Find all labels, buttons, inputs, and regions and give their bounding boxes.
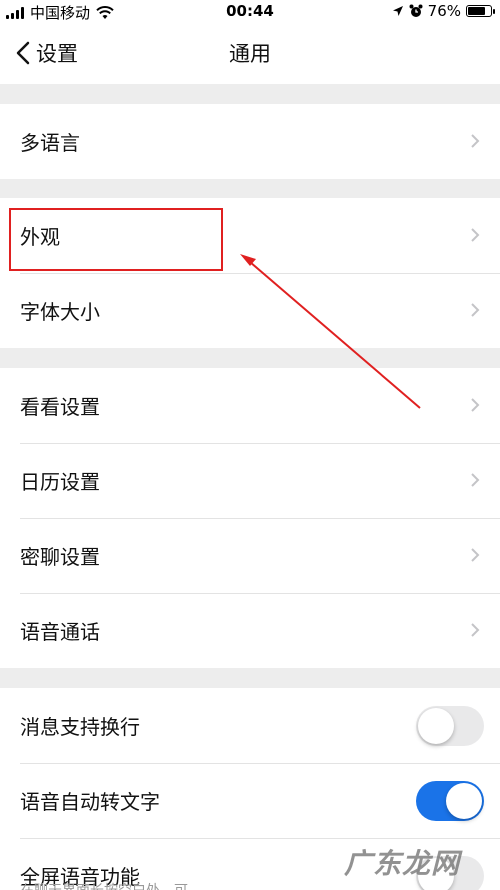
row-label: 消息支持换行 [20, 715, 140, 739]
alarm-icon [409, 4, 423, 17]
battery-fill [468, 7, 485, 15]
row-multi-language[interactable]: 多语言 [0, 104, 500, 179]
toggle-knob [418, 708, 454, 744]
nav-bar: 设置 通用 [0, 24, 500, 84]
row-voice-call[interactable]: 语音通话 [0, 593, 500, 668]
chevron-right-icon [471, 134, 480, 148]
row-label: 外观 [20, 225, 60, 249]
battery-icon [466, 5, 495, 17]
row-message-line-break: 消息支持换行 [0, 688, 500, 763]
back-label: 设置 [36, 42, 78, 66]
chevron-right-icon [471, 228, 480, 242]
battery-percent: 76% [427, 2, 461, 20]
settings-group-display: 外观 字体大小 [0, 198, 500, 348]
row-voice-to-text: 语音自动转文字 [0, 763, 500, 838]
row-label: 日历设置 [20, 470, 100, 494]
row-appearance[interactable]: 外观 [0, 198, 500, 273]
status-right: 76% [392, 2, 495, 20]
chevron-right-icon [471, 548, 480, 562]
back-chevron-icon [16, 41, 30, 65]
toggle-voice-to-text[interactable] [416, 781, 484, 821]
row-label: 字体大小 [20, 300, 100, 324]
back-button[interactable]: 设置 [16, 38, 78, 68]
toggle-knob [446, 783, 482, 819]
row-label: 语音通话 [20, 620, 100, 644]
status-bar: 中国移动 00:44 76% [0, 0, 500, 24]
chevron-right-icon [471, 303, 480, 317]
location-icon [392, 6, 403, 16]
chevron-right-icon [471, 473, 480, 487]
row-label: 看看设置 [20, 395, 100, 419]
row-font-size[interactable]: 字体大小 [0, 273, 500, 348]
row-kankan-settings[interactable]: 看看设置 [0, 368, 500, 443]
settings-group-features: 看看设置 日历设置 密聊设置 语音通话 [0, 368, 500, 668]
chevron-right-icon [471, 398, 480, 412]
row-label: 多语言 [20, 131, 80, 155]
row-label: 语音自动转文字 [20, 790, 160, 814]
chevron-right-icon [471, 623, 480, 637]
toggle-message-line-break[interactable] [416, 706, 484, 746]
partial-description: 在聊天界面长按空白处，可 [20, 880, 188, 890]
row-label: 密聊设置 [20, 545, 100, 569]
settings-group-language: 多语言 [0, 104, 500, 179]
row-secret-chat-settings[interactable]: 密聊设置 [0, 518, 500, 593]
row-calendar-settings[interactable]: 日历设置 [0, 443, 500, 518]
watermark: 广东龙网 [343, 847, 460, 880]
